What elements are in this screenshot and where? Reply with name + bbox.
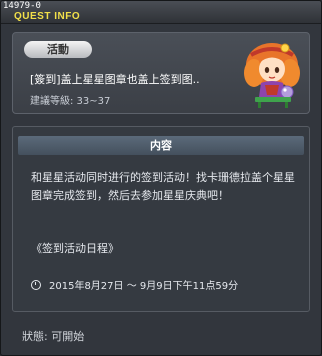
clock-icon (31, 280, 41, 290)
quest-info-window: 14979-0 QUEST INFO 活動 [簽到]盖上星星图章也盖上签到图..… (0, 0, 322, 356)
npc-portrait (244, 43, 300, 108)
content-panel: 内容 和星星活动同时进行的签到活动！找卡珊德拉盖个星星图章完成签到，然后去参加星… (12, 126, 310, 312)
quest-header-panel: 活動 [簽到]盖上星星图章也盖上签到图.. 建議等級: 33~37 (12, 32, 310, 114)
date-range: 2015年8月27日 ～ 9月9日下午11点59分 (49, 281, 239, 292)
date-row: 2015年8月27日 ～ 9月9日下午11点59分 (31, 277, 238, 292)
quest-name: [簽到]盖上星星图章也盖上签到图.. (30, 73, 200, 86)
event-badge: 活動 (24, 41, 92, 58)
recommended-level: 建議等級: 33~37 (30, 96, 111, 107)
title-bar[interactable]: 14979-0 QUEST INFO (1, 1, 321, 24)
quest-status: 狀態: 可開始 (22, 330, 85, 343)
crystal-ball (280, 85, 294, 99)
quest-description: 和星星活动同时进行的签到活动！找卡珊德拉盖个星星图章完成签到，然后去参加星星庆典… (31, 171, 295, 202)
content-header: 内容 (18, 136, 304, 155)
window-title: QUEST INFO (14, 11, 81, 22)
schedule-title: 《签到活动日程》 (31, 242, 119, 255)
quest-id: 14979-0 (3, 1, 41, 11)
